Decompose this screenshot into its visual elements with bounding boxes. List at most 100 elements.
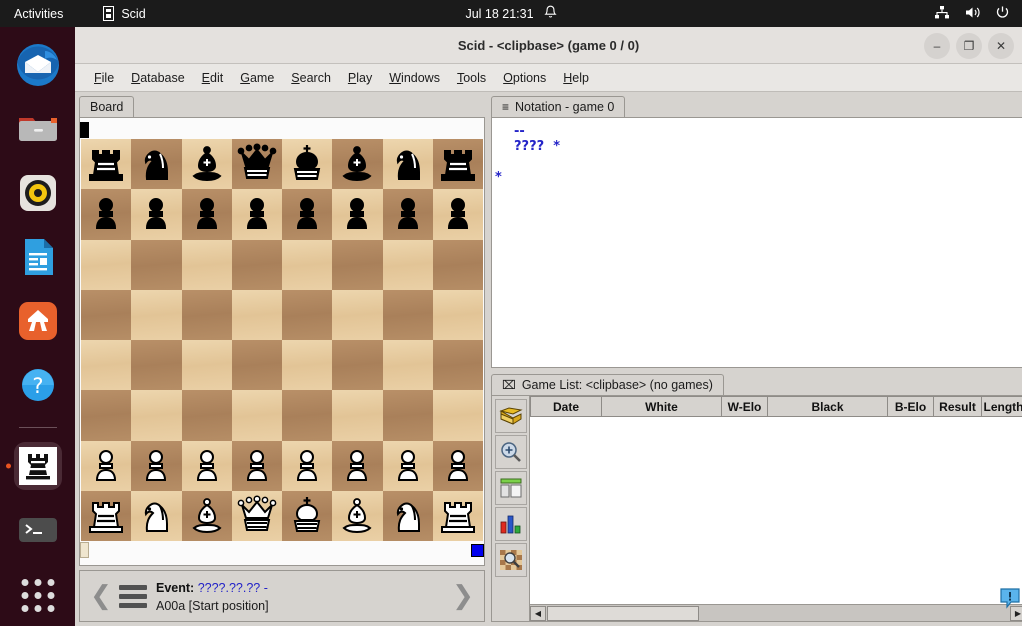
piece-bp[interactable] bbox=[235, 192, 279, 236]
menubar[interactable]: File Database Edit Game Search Play Wind… bbox=[75, 64, 1022, 92]
board-square[interactable] bbox=[432, 239, 483, 290]
menu-options[interactable]: Options bbox=[496, 68, 553, 88]
board-square[interactable] bbox=[382, 340, 433, 391]
menu-edit[interactable]: Edit bbox=[195, 68, 231, 88]
board-square[interactable] bbox=[81, 440, 132, 491]
dock-item-rhythmbox[interactable] bbox=[14, 169, 62, 217]
board-square[interactable] bbox=[131, 239, 182, 290]
piece-bk[interactable] bbox=[285, 142, 329, 186]
dock-item-libreoffice-writer[interactable] bbox=[14, 233, 62, 281]
board-square[interactable] bbox=[181, 139, 232, 190]
maximize-button[interactable]: ❐ bbox=[956, 32, 982, 59]
piece-bn[interactable] bbox=[134, 142, 178, 186]
piece-wq[interactable] bbox=[235, 494, 279, 538]
board-square[interactable] bbox=[131, 340, 182, 391]
board-square[interactable] bbox=[432, 340, 483, 391]
window-titlebar[interactable]: Scid - <clipbase> (game 0 / 0) – ❐ ✕ bbox=[75, 27, 1022, 64]
chess-board[interactable] bbox=[81, 139, 483, 541]
piece-wn[interactable] bbox=[386, 494, 430, 538]
menu-database[interactable]: Database bbox=[124, 68, 192, 88]
board-square[interactable] bbox=[282, 239, 333, 290]
board-square[interactable] bbox=[131, 490, 182, 541]
board-square[interactable] bbox=[382, 490, 433, 541]
piece-br[interactable] bbox=[436, 142, 480, 186]
board-square[interactable] bbox=[231, 390, 282, 441]
piece-wp[interactable] bbox=[185, 444, 229, 488]
board-square[interactable] bbox=[382, 440, 433, 491]
board-square[interactable] bbox=[432, 440, 483, 491]
board-square[interactable] bbox=[81, 490, 132, 541]
window-controls[interactable]: – ❐ ✕ bbox=[924, 27, 1014, 64]
piece-bp[interactable] bbox=[285, 192, 329, 236]
board-square[interactable] bbox=[432, 139, 483, 190]
next-move-button[interactable]: ❯ bbox=[448, 583, 478, 609]
piece-bq[interactable] bbox=[235, 142, 279, 186]
board-square[interactable] bbox=[282, 490, 333, 541]
hamburger-icon[interactable] bbox=[116, 584, 150, 608]
piece-bb[interactable] bbox=[185, 142, 229, 186]
board-square[interactable] bbox=[81, 139, 132, 190]
piece-bp[interactable] bbox=[134, 192, 178, 236]
board-square[interactable] bbox=[432, 189, 483, 240]
piece-bp[interactable] bbox=[84, 192, 128, 236]
piece-wb[interactable] bbox=[185, 494, 229, 538]
piece-wr[interactable] bbox=[436, 494, 480, 538]
gamelist-column-header[interactable]: Length bbox=[982, 396, 1022, 417]
board-square[interactable] bbox=[131, 390, 182, 441]
activities-button[interactable]: Activities bbox=[14, 7, 63, 21]
piece-wp[interactable] bbox=[386, 444, 430, 488]
board-square[interactable] bbox=[81, 239, 132, 290]
piece-bp[interactable] bbox=[436, 192, 480, 236]
dock-item-scid[interactable] bbox=[5, 442, 62, 490]
board-square[interactable] bbox=[181, 340, 232, 391]
board-square[interactable] bbox=[131, 289, 182, 340]
board-search-icon[interactable] bbox=[494, 543, 527, 577]
piece-bn[interactable] bbox=[386, 142, 430, 186]
tab-board[interactable]: Board bbox=[79, 96, 135, 117]
clock-area[interactable]: Jul 18 21:31 bbox=[421, 5, 601, 23]
gamelist-column-header[interactable]: B-Elo bbox=[888, 396, 934, 417]
board-square[interactable] bbox=[332, 139, 383, 190]
piece-wr[interactable] bbox=[84, 494, 128, 538]
dock-item-help[interactable]: ? bbox=[14, 361, 62, 409]
gamelist-horizontal-scrollbar[interactable]: ◀ ▶ bbox=[530, 588, 1022, 621]
board-square[interactable] bbox=[231, 490, 282, 541]
piece-wp[interactable] bbox=[235, 444, 279, 488]
board-square[interactable] bbox=[231, 289, 282, 340]
menu-play[interactable]: Play bbox=[341, 68, 379, 88]
piece-wn[interactable] bbox=[134, 494, 178, 538]
board-square[interactable] bbox=[181, 239, 232, 290]
menu-file[interactable]: File bbox=[87, 68, 121, 88]
gamelist-column-header[interactable]: Date bbox=[530, 396, 602, 417]
close-button[interactable]: ✕ bbox=[988, 32, 1014, 59]
board-square[interactable] bbox=[81, 189, 132, 240]
board-square[interactable] bbox=[81, 289, 132, 340]
gamelist-column-header[interactable]: Black bbox=[768, 396, 888, 417]
board-square[interactable] bbox=[332, 189, 383, 240]
tab-notation[interactable]: ≡ Notation - game 0 bbox=[491, 96, 626, 117]
board-square[interactable] bbox=[332, 340, 383, 391]
zoom-in-icon[interactable] bbox=[494, 435, 527, 469]
gamelist-header-row[interactable]: Date White W-Elo Black B-Elo Result Length bbox=[530, 396, 1022, 417]
piece-wp[interactable] bbox=[134, 444, 178, 488]
piece-wk[interactable] bbox=[285, 494, 329, 538]
board-square[interactable] bbox=[332, 239, 383, 290]
piece-wp[interactable] bbox=[335, 444, 379, 488]
board-square[interactable] bbox=[231, 440, 282, 491]
menu-search[interactable]: Search bbox=[284, 68, 338, 88]
gamelist-column-header[interactable]: White bbox=[602, 396, 722, 417]
board-square[interactable] bbox=[181, 490, 232, 541]
board-square[interactable] bbox=[282, 139, 333, 190]
piece-wb[interactable] bbox=[335, 494, 379, 538]
notation-text[interactable]: -- ???? * * bbox=[491, 118, 1022, 368]
board-square[interactable] bbox=[131, 440, 182, 491]
board-square[interactable] bbox=[81, 390, 132, 441]
alert-badge-icon[interactable] bbox=[1000, 588, 1020, 610]
board-square[interactable] bbox=[131, 139, 182, 190]
menu-game[interactable]: Game bbox=[233, 68, 281, 88]
board-square[interactable] bbox=[231, 340, 282, 391]
board-square[interactable] bbox=[382, 390, 433, 441]
board-square[interactable] bbox=[282, 289, 333, 340]
board-square[interactable] bbox=[332, 289, 383, 340]
dock-item-thunderbird[interactable] bbox=[14, 41, 62, 89]
